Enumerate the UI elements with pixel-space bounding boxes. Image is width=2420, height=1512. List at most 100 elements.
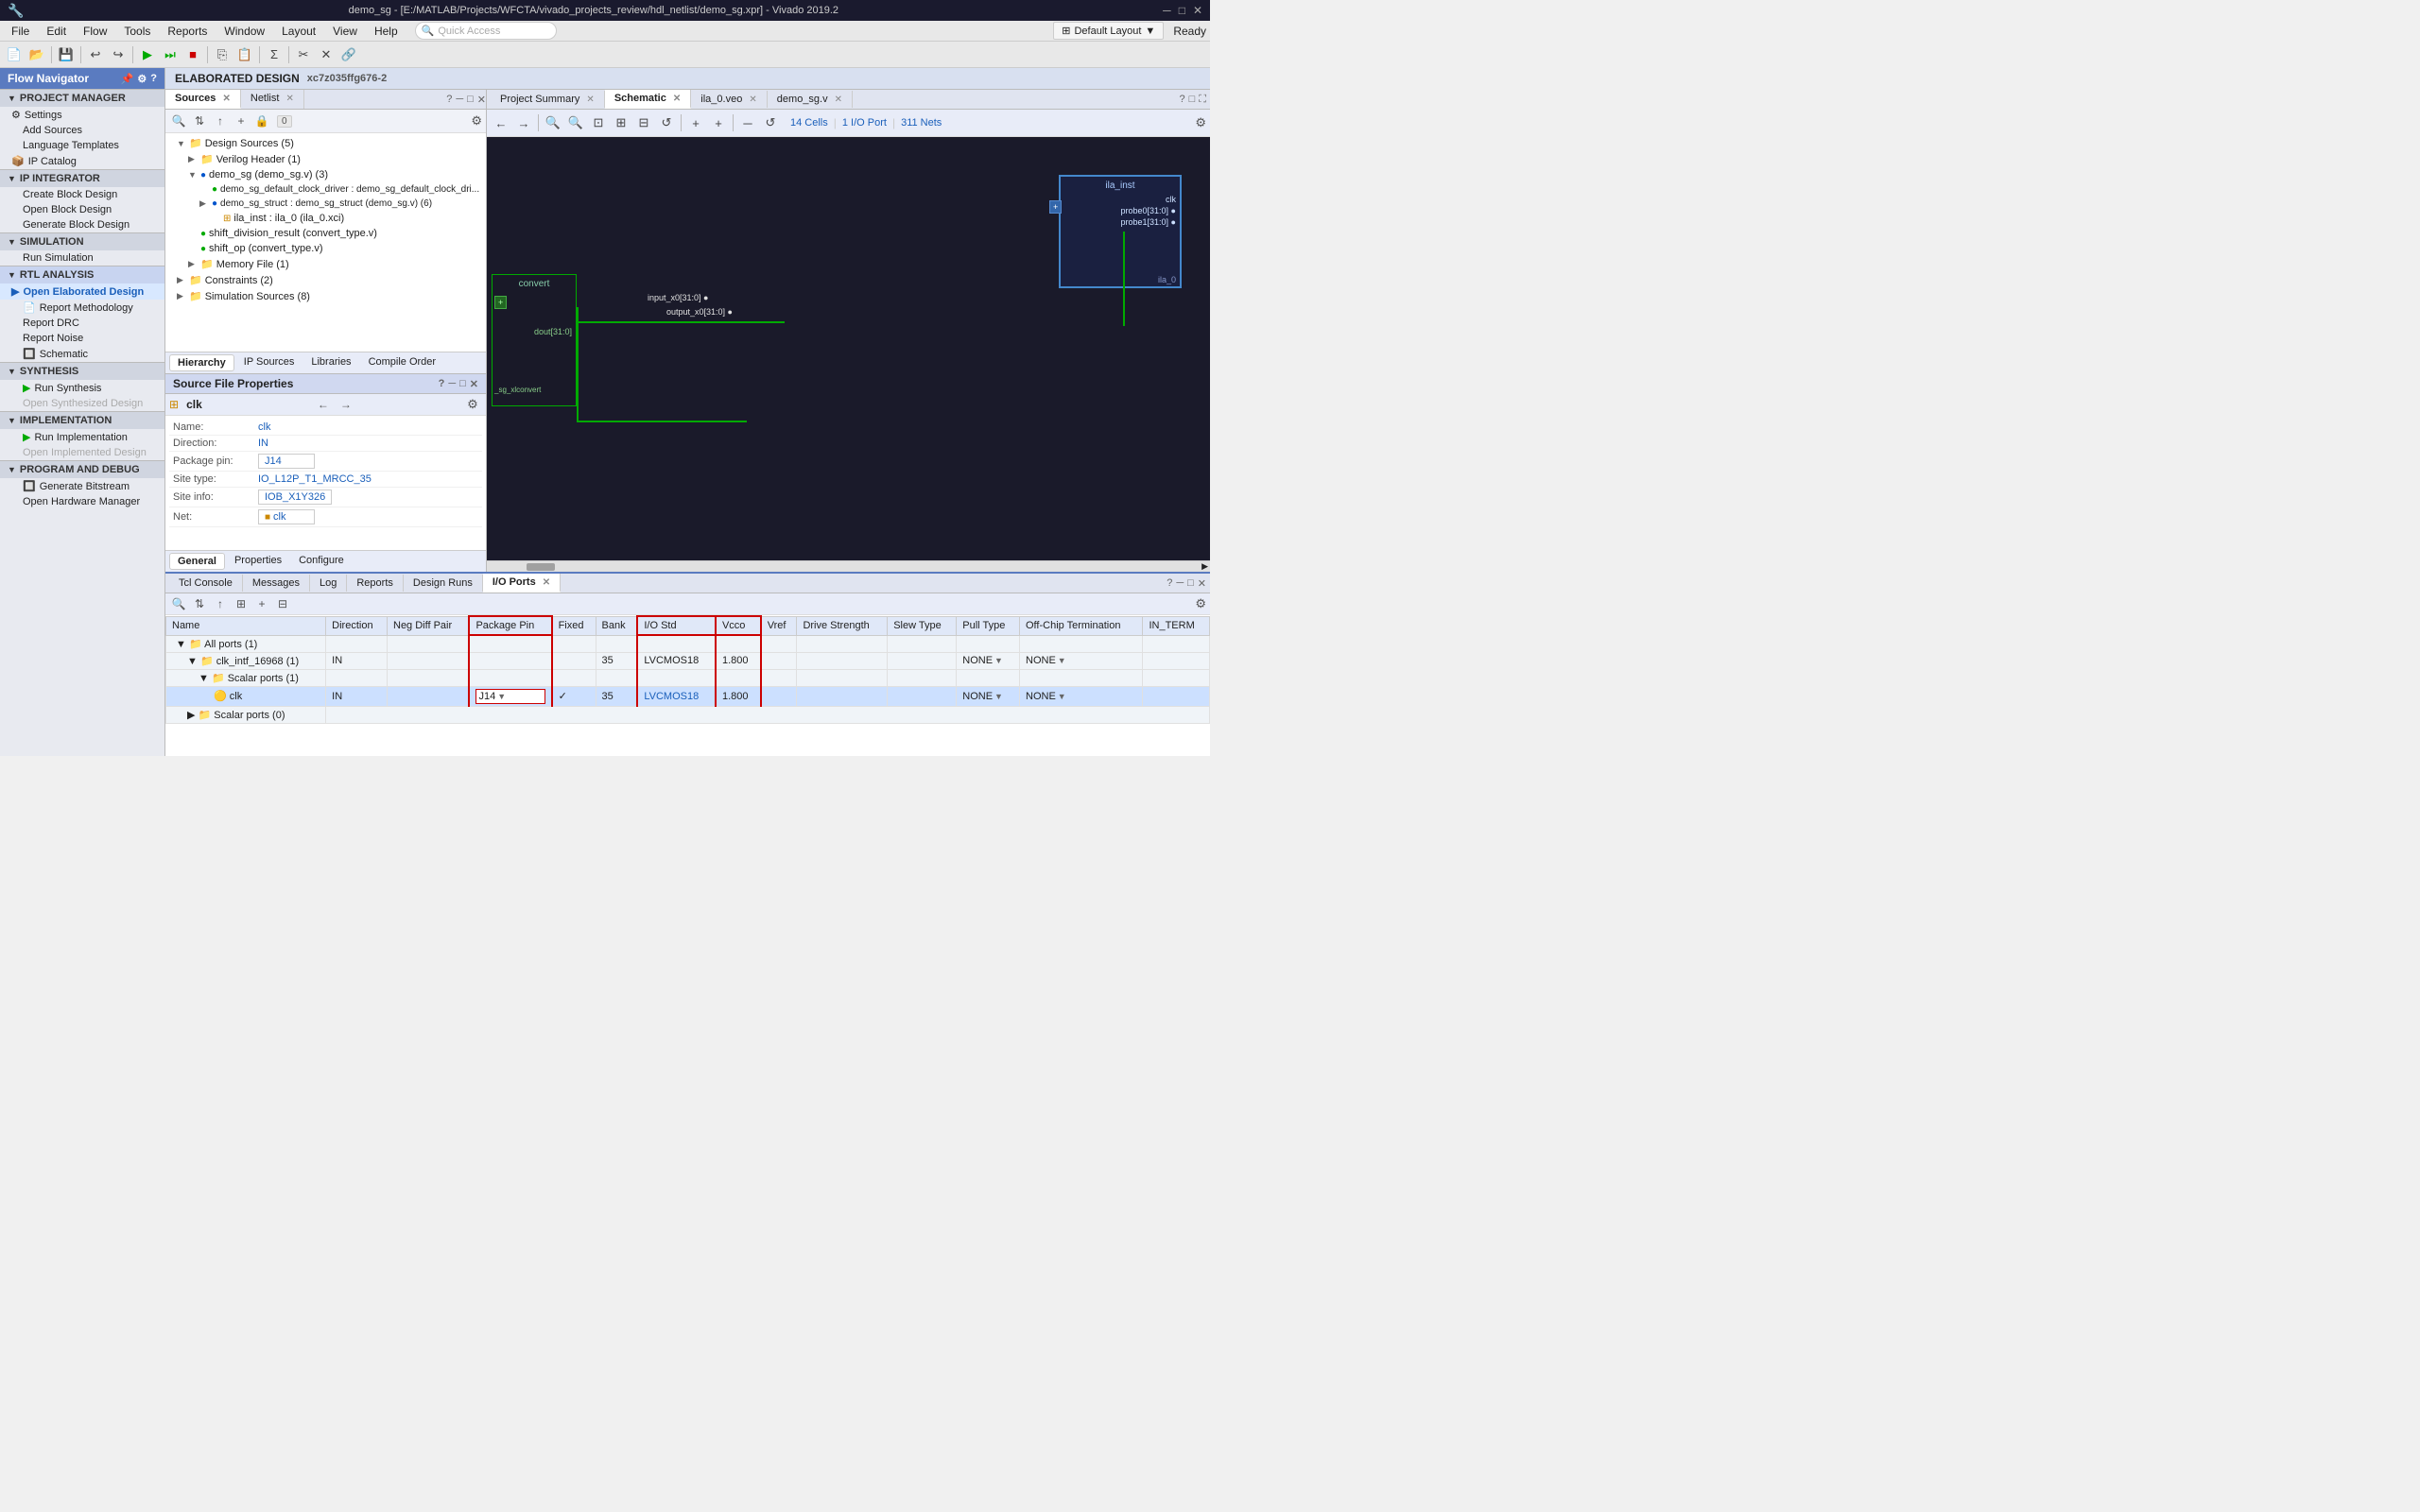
schematic-settings-icon[interactable]: ⚙ xyxy=(1195,115,1206,130)
convert-block[interactable]: convert + dout[31:0] _sg_xlconvert xyxy=(492,274,577,406)
row-all-ports[interactable]: ▼ 📁 All ports (1) xyxy=(166,635,1210,652)
sfp-close-icon[interactable]: ✕ xyxy=(470,378,478,390)
sfp-maximize-icon[interactable]: □ xyxy=(459,378,466,389)
demo-sg-v-close-icon[interactable]: ✕ xyxy=(835,94,842,105)
sources-minimize-icon[interactable]: ─ xyxy=(456,94,463,105)
io-add-button[interactable]: + xyxy=(252,595,271,612)
sources-tab-sources[interactable]: Sources ✕ xyxy=(165,90,241,109)
tree-verilog-header[interactable]: ▶ 📁 Verilog Header (1) xyxy=(165,151,486,167)
sch-forward-button[interactable]: → xyxy=(513,112,534,133)
sigma-button[interactable]: Σ xyxy=(264,44,285,65)
menu-window[interactable]: Window xyxy=(216,23,272,40)
subtab-compile-order[interactable]: Compile Order xyxy=(361,354,444,371)
tab-messages[interactable]: Messages xyxy=(243,575,310,592)
sch-refresh-button[interactable]: ↺ xyxy=(656,112,677,133)
row-scalar-ports[interactable]: ▼ 📁 Scalar ports (1) xyxy=(166,669,1210,686)
maximize-button[interactable]: □ xyxy=(1179,4,1185,17)
menu-tools[interactable]: Tools xyxy=(116,23,158,40)
sources-filter-button[interactable]: ↑ xyxy=(211,112,230,129)
flow-nav-help-icon[interactable]: ? xyxy=(150,73,157,85)
nav-report-noise[interactable]: Report Noise xyxy=(0,331,164,346)
sources-close-icon[interactable]: ✕ xyxy=(477,94,486,106)
quick-access-search[interactable]: 🔍 Quick Access xyxy=(415,22,557,40)
sfp-tab-general[interactable]: General xyxy=(169,553,225,570)
sources-settings-icon[interactable]: ⚙ xyxy=(471,113,482,129)
schematic-help-icon[interactable]: ? xyxy=(1180,94,1185,105)
paste-button[interactable]: 📋 xyxy=(234,44,255,65)
layout-selector[interactable]: ⊞ Default Layout ▼ xyxy=(1053,22,1164,40)
sfp-net-value[interactable]: ■clk xyxy=(258,509,315,524)
schematic-maximize-icon[interactable]: □ xyxy=(1189,94,1196,105)
step-button[interactable]: ⏭ xyxy=(160,44,181,65)
netlist-tab-close-icon[interactable]: ✕ xyxy=(286,94,294,104)
nav-add-sources[interactable]: Add Sources xyxy=(0,123,164,138)
io-settings2-button[interactable]: ⊟ xyxy=(273,595,292,612)
io-filter-button[interactable]: ↑ xyxy=(211,595,230,612)
sfp-tab-properties[interactable]: Properties xyxy=(227,553,289,570)
tab-ila-veo[interactable]: ila_0.veo ✕ xyxy=(691,91,768,108)
sch-zoom-in-button[interactable]: 🔍 xyxy=(565,112,586,133)
tree-struct[interactable]: ▶ ● demo_sg_struct : demo_sg_struct (dem… xyxy=(165,197,486,211)
link-button[interactable]: 🔗 xyxy=(338,44,359,65)
sfp-minimize-icon[interactable]: ─ xyxy=(448,378,456,389)
project-summary-close-icon[interactable]: ✕ xyxy=(586,94,594,105)
sch-back-button[interactable]: ← xyxy=(491,112,511,133)
tab-schematic[interactable]: Schematic ✕ xyxy=(605,90,691,109)
sch-subtract-button[interactable]: ─ xyxy=(737,112,758,133)
minimize-button[interactable]: ─ xyxy=(1163,4,1171,17)
nav-run-implementation[interactable]: ▶ Run Implementation xyxy=(0,429,164,445)
clk-package-pin-dropdown[interactable]: J14 ▼ xyxy=(475,689,544,704)
sch-refresh2-button[interactable]: ↺ xyxy=(760,112,781,133)
undo-button[interactable]: ↩ xyxy=(85,44,106,65)
clk-pull-dropdown[interactable]: NONE ▼ xyxy=(962,691,1013,702)
io-group-button[interactable]: ⊞ xyxy=(232,595,251,612)
tab-reports[interactable]: Reports xyxy=(347,575,404,592)
bottom-minimize-icon[interactable]: ─ xyxy=(1176,577,1184,589)
simulation-header[interactable]: ▼ SIMULATION xyxy=(0,232,164,250)
rtl-analysis-header[interactable]: ▼ RTL ANALYSIS xyxy=(0,266,164,284)
tab-design-runs[interactable]: Design Runs xyxy=(404,575,483,592)
tree-shift-div[interactable]: ● shift_division_result (convert_type.v) xyxy=(165,226,486,241)
row-scalar-ports-empty[interactable]: ▶ 📁 Scalar ports (0) xyxy=(166,706,1210,723)
menu-reports[interactable]: Reports xyxy=(160,23,215,40)
schematic-scroll-right-icon[interactable]: ▶ xyxy=(1201,561,1208,572)
implementation-header[interactable]: ▼ IMPLEMENTATION xyxy=(0,411,164,429)
sources-sort-button[interactable]: ⇅ xyxy=(190,112,209,129)
row-clk[interactable]: 🟡 clk IN J14 ▼ ✓ xyxy=(166,686,1210,706)
tree-default-clock[interactable]: ● demo_sg_default_clock_driver : demo_sg… xyxy=(165,182,486,197)
tree-shift-op[interactable]: ● shift_op (convert_type.v) xyxy=(165,241,486,256)
ip-integrator-header[interactable]: ▼ IP INTEGRATOR xyxy=(0,169,164,187)
sfp-package-pin-value[interactable]: J14 xyxy=(258,454,315,469)
nav-run-synthesis[interactable]: ▶ Run Synthesis xyxy=(0,380,164,396)
sch-fit-button[interactable]: ⊡ xyxy=(588,112,609,133)
sources-tab-netlist[interactable]: Netlist ✕ xyxy=(241,90,304,109)
schematic-hscrollbar[interactable]: ▶ xyxy=(487,560,1210,572)
clk-intf-offchip-dropdown[interactable]: NONE ▼ xyxy=(1026,655,1136,666)
sources-help-icon[interactable]: ? xyxy=(446,94,452,105)
cut-button[interactable]: ✂ xyxy=(293,44,314,65)
nav-create-block-design[interactable]: Create Block Design xyxy=(0,187,164,202)
nav-report-methodology[interactable]: 📄 Report Methodology xyxy=(0,300,164,316)
sch-zoom-out-button[interactable]: 🔍 xyxy=(543,112,563,133)
menu-view[interactable]: View xyxy=(325,23,365,40)
nav-ip-catalog[interactable]: 📦 IP Catalog xyxy=(0,153,164,169)
save-button[interactable]: 💾 xyxy=(56,44,77,65)
bottom-help-icon[interactable]: ? xyxy=(1167,577,1172,589)
menu-file[interactable]: File xyxy=(4,23,37,40)
clk-offchip-dropdown[interactable]: NONE ▼ xyxy=(1026,691,1136,702)
sch-collapse-button[interactable]: ⊟ xyxy=(633,112,654,133)
sfp-settings-button[interactable]: ⚙ xyxy=(463,396,482,413)
sfp-back-button[interactable]: ← xyxy=(314,396,333,413)
nav-report-drc[interactable]: Report DRC xyxy=(0,316,164,331)
tab-log[interactable]: Log xyxy=(310,575,347,592)
tree-design-sources[interactable]: ▼ 📁 Design Sources (5) xyxy=(165,135,486,151)
nav-generate-bitstream[interactable]: 🔲 Generate Bitstream xyxy=(0,478,164,494)
redo-button[interactable]: ↪ xyxy=(108,44,129,65)
sfp-help-icon[interactable]: ? xyxy=(439,378,445,389)
sch-pin-right-button[interactable]: + xyxy=(708,112,729,133)
nav-language-templates[interactable]: Language Templates xyxy=(0,138,164,153)
sources-maximize-icon[interactable]: □ xyxy=(467,94,474,105)
subtab-libraries[interactable]: Libraries xyxy=(303,354,358,371)
clk-intf-pull-dropdown[interactable]: NONE ▼ xyxy=(962,655,1013,666)
flow-nav-settings-icon[interactable]: ⚙ xyxy=(137,73,147,85)
